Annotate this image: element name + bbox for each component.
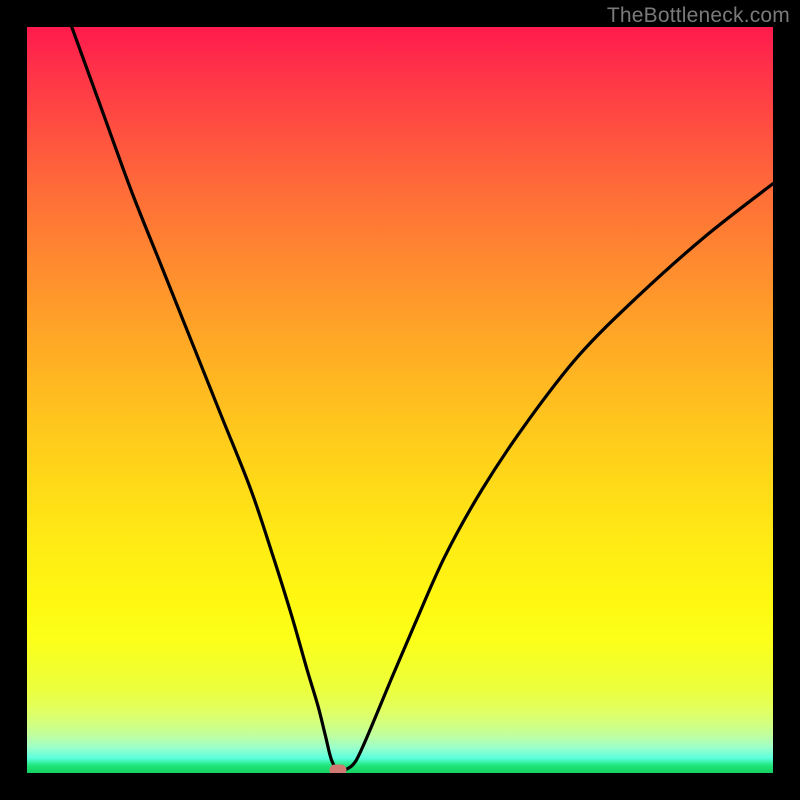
plot-area [27,27,773,773]
watermark-text: TheBottleneck.com [607,4,790,28]
chart-frame: TheBottleneck.com [0,0,800,800]
bottleneck-curve [27,27,773,773]
minimum-marker [330,765,347,773]
